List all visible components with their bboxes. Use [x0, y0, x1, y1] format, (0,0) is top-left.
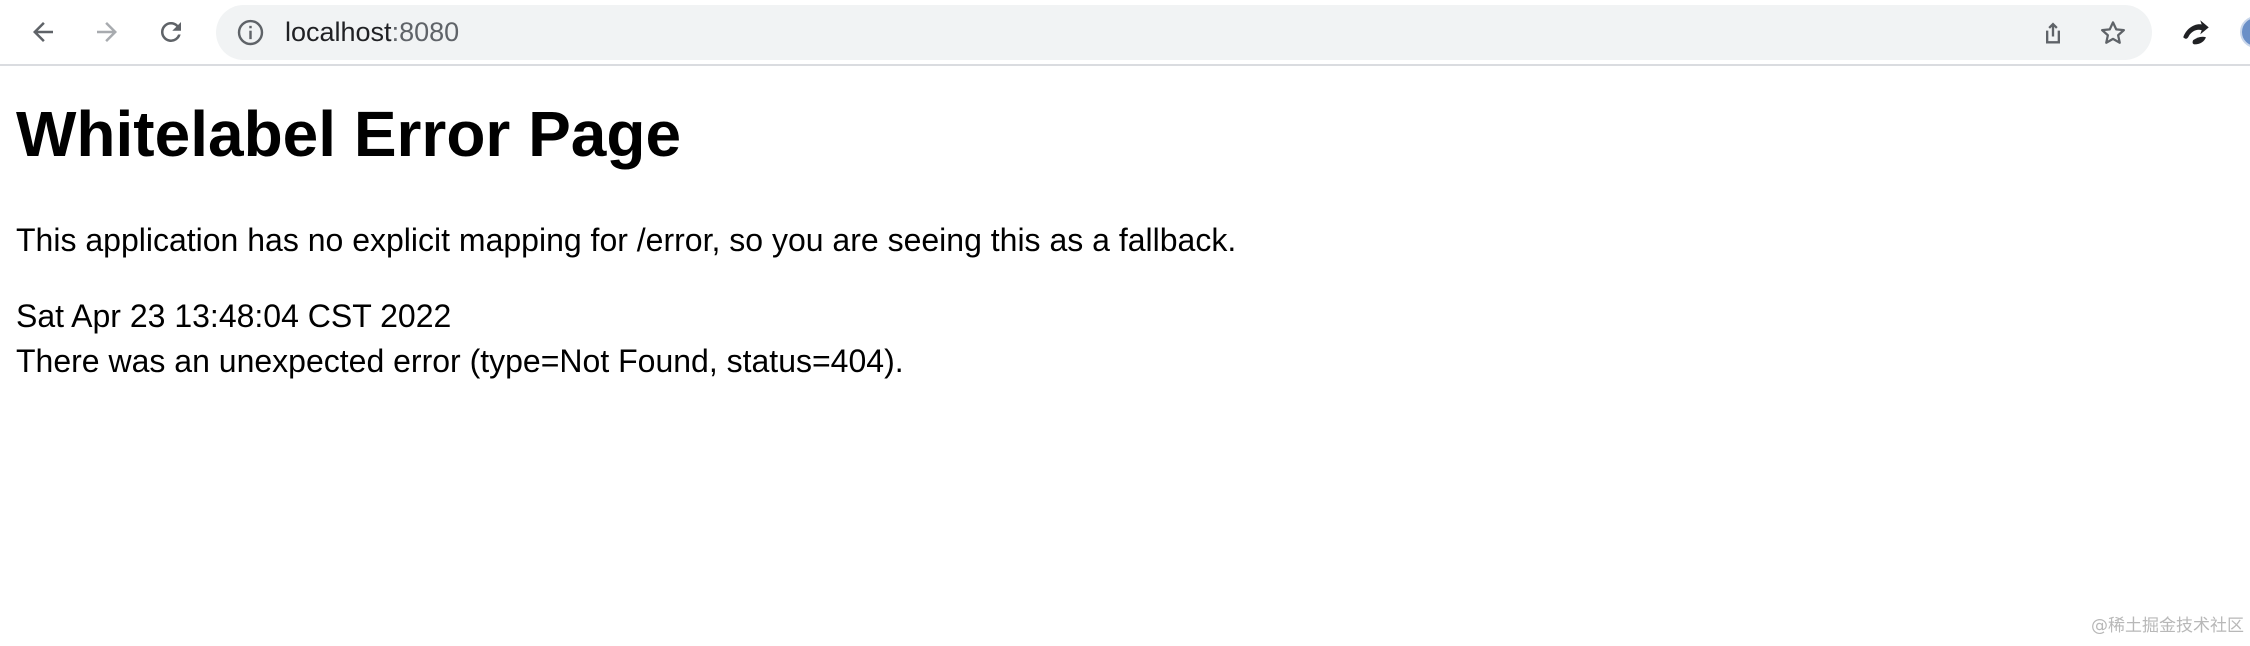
address-bar[interactable]: localhost:8080	[216, 5, 2152, 60]
extension-icon	[2183, 20, 2209, 45]
arrow-left-icon	[33, 22, 53, 42]
error-detail: There was an unexpected error (type=Not …	[16, 343, 904, 379]
error-heading: Whitelabel Error Page	[16, 98, 682, 170]
extension-button[interactable]	[2176, 13, 2216, 53]
share-button[interactable]	[2034, 14, 2072, 52]
watermark: @稀土掘金技术社区	[2091, 616, 2244, 636]
share-icon	[2046, 22, 2060, 44]
profile-avatar[interactable]	[2240, 16, 2250, 48]
url-port: :8080	[391, 17, 460, 47]
error-timestamp: Sat Apr 23 13:48:04 CST 2022	[16, 298, 452, 334]
arrow-right-icon	[97, 22, 117, 42]
forward-button[interactable]	[85, 10, 129, 54]
star-icon	[2101, 21, 2125, 44]
reload-button[interactable]	[149, 10, 193, 54]
url-text[interactable]: localhost:8080	[285, 5, 459, 60]
reload-icon	[160, 21, 181, 42]
back-button[interactable]	[21, 10, 65, 54]
browser-toolbar: localhost:8080	[0, 0, 2250, 66]
fallback-message: This application has no explicit mapping…	[16, 222, 1237, 258]
info-circle-icon[interactable]	[236, 18, 265, 47]
url-host: localhost	[285, 17, 392, 47]
bookmark-button[interactable]	[2094, 14, 2132, 52]
